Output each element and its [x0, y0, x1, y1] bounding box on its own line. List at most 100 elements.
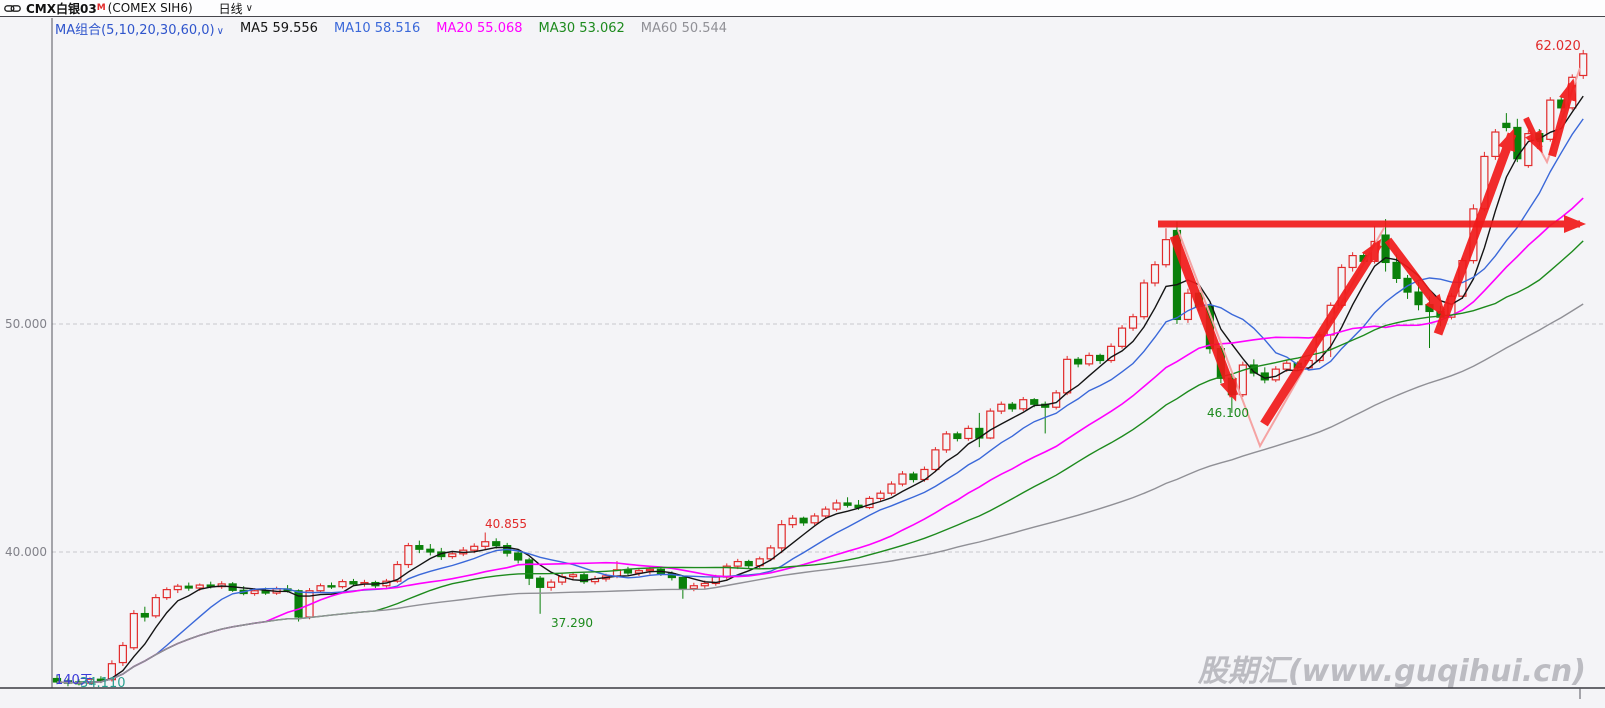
candle: [734, 562, 741, 567]
price-label: 62.020: [1535, 39, 1581, 54]
price-label: 34.110: [80, 676, 126, 691]
exchange-code: (COMEX SIH6): [108, 1, 193, 15]
candle: [471, 546, 478, 550]
period-label: 日线: [219, 0, 243, 17]
candle: [701, 583, 708, 585]
candle: [910, 474, 917, 479]
candle: [427, 549, 434, 552]
candle: [789, 518, 796, 524]
candle: [1020, 400, 1027, 409]
candle: [877, 493, 884, 498]
candle: [844, 503, 851, 505]
candle: [954, 434, 961, 439]
trend-arrow: [1264, 244, 1378, 424]
candle: [416, 546, 423, 550]
candle: [130, 614, 137, 648]
candle: [899, 474, 906, 484]
candle: [943, 434, 950, 450]
candle: [141, 614, 148, 617]
chart-area[interactable]: 50.00040.000股期汇(www.guqihui.cn)62.02046.…: [0, 17, 1605, 704]
candle: [317, 586, 324, 591]
candle: [679, 578, 686, 589]
y-axis-tick-label: 40.000: [5, 545, 47, 559]
candle: [1119, 328, 1126, 346]
candle: [1031, 400, 1038, 405]
candle: [822, 509, 829, 516]
trend-arrow: [1438, 134, 1512, 334]
ma5-line: [57, 96, 1583, 683]
candlestick-chart[interactable]: 50.00040.000股期汇(www.guqihui.cn)62.02046.…: [0, 17, 1605, 704]
legend-item-3: MA30 53.062: [539, 21, 625, 36]
price-label: 46.100: [1207, 406, 1249, 420]
candle: [570, 575, 577, 577]
candle: [1097, 355, 1104, 360]
candle: [1064, 359, 1071, 393]
candle: [185, 586, 192, 588]
candle: [163, 590, 170, 598]
candle: [987, 411, 994, 438]
candle: [515, 553, 522, 560]
candle: [196, 585, 203, 588]
candle: [1130, 317, 1137, 328]
candle: [174, 586, 181, 589]
candle: [811, 516, 818, 523]
candle: [537, 578, 544, 587]
title-bar: CMX白银03M (COMEX SIH6) 日线 ∨: [0, 0, 1605, 17]
watermark: 股期汇(www.guqihui.cn): [1197, 654, 1586, 689]
price-label: 37.290: [551, 616, 593, 630]
price-label: 40.855: [485, 517, 527, 531]
candle: [998, 404, 1005, 411]
candle: [1393, 262, 1400, 278]
axis-frame: [0, 18, 1605, 699]
candle: [624, 570, 631, 573]
candle: [548, 582, 555, 587]
candle: [1283, 363, 1290, 369]
candle: [449, 554, 456, 557]
candle: [1184, 293, 1191, 319]
candle: [1525, 134, 1532, 166]
candle: [1492, 132, 1499, 156]
symbol-name: CMX白银03: [26, 0, 97, 17]
candle: [778, 525, 785, 548]
candle: [526, 560, 533, 578]
ma10-line: [57, 119, 1583, 683]
candle: [965, 428, 972, 438]
candle: [1162, 240, 1169, 265]
legend-item-1: MA10 58.516: [334, 21, 420, 36]
legend-item-0: MA5 59.556: [240, 21, 318, 36]
candle: [767, 548, 774, 559]
candle: [328, 586, 335, 587]
trend-arrow: [1174, 236, 1234, 396]
candle: [350, 582, 357, 584]
candle: [888, 484, 895, 493]
candle: [1580, 54, 1587, 76]
candle: [800, 518, 807, 523]
chevron-down-icon: ∨: [246, 3, 253, 14]
candle: [1075, 359, 1082, 364]
legend-item-4: MA60 50.544: [641, 21, 727, 36]
symbol-superscript: M: [97, 3, 106, 13]
candle: [482, 542, 489, 547]
candle: [493, 542, 500, 546]
candle: [1009, 404, 1016, 409]
candle: [932, 450, 939, 470]
period-selector[interactable]: 日线 ∨: [219, 0, 253, 17]
candle: [1415, 292, 1422, 305]
candle: [1426, 305, 1433, 312]
chain-link-icon[interactable]: [4, 4, 21, 13]
candle: [405, 546, 412, 565]
legend-item-2: MA20 55.068: [436, 21, 522, 36]
candle: [690, 586, 697, 589]
candle: [1503, 123, 1510, 127]
ma-lines: [57, 96, 1583, 683]
price-labels: 62.02046.10040.85537.290140天34.110: [55, 39, 1581, 691]
ma-group-toggle[interactable]: MA组合(5,10,20,30,60,0)∨: [55, 19, 224, 38]
ma30-line: [57, 241, 1583, 683]
candle: [646, 569, 653, 570]
candle: [1141, 283, 1148, 317]
chevron-down-icon: ∨: [217, 26, 224, 37]
candle: [339, 582, 346, 587]
candle: [745, 562, 752, 566]
candle: [1086, 355, 1093, 363]
ma60-line: [57, 304, 1583, 683]
